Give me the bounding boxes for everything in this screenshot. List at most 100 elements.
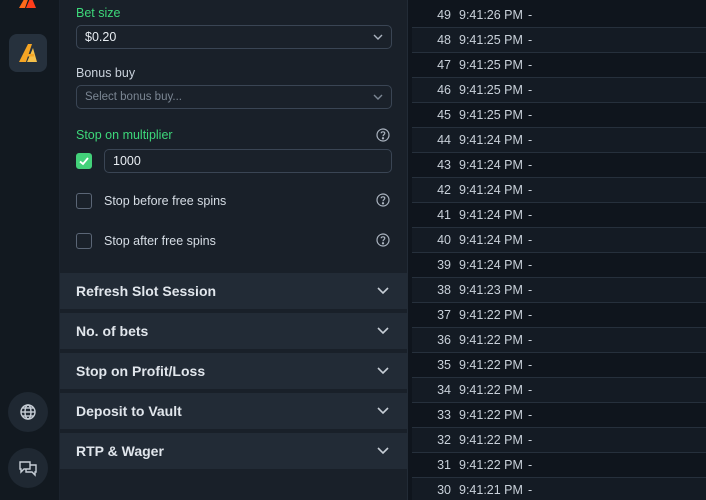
app-root: Bet size $0.20 Bonus buy Select bonus bu…: [0, 0, 706, 500]
bet-history-row[interactable]: 30 9:41:21 PM -: [412, 478, 706, 500]
multiplier-input[interactable]: 1000: [104, 149, 392, 173]
bet-result: -: [528, 133, 533, 147]
bet-number: 40: [437, 233, 451, 247]
bet-number: 38: [437, 283, 451, 297]
accordion-title: Stop on Profit/Loss: [76, 363, 206, 379]
help-icon[interactable]: [376, 233, 390, 247]
bet-size-select[interactable]: $0.20: [76, 25, 392, 49]
bet-time: 9:41:25 PM: [459, 33, 523, 47]
bet-history-row[interactable]: 35 9:41:22 PM -: [412, 353, 706, 378]
accordion-no-of-bets[interactable]: No. of bets: [60, 313, 408, 349]
globe-icon: [20, 404, 36, 420]
chevron-down-icon: [373, 94, 383, 100]
icon-rail: [0, 0, 60, 500]
brand-logo-icon[interactable]: [16, 0, 38, 8]
chevron-down-icon: [377, 287, 389, 295]
bet-history-row[interactable]: 43 9:41:24 PM -: [412, 153, 706, 178]
bet-number: 32: [437, 433, 451, 447]
bonus-buy-placeholder: Select bonus buy...: [85, 91, 182, 103]
bet-history-row[interactable]: 47 9:41:25 PM -: [412, 53, 706, 78]
chevron-down-icon: [377, 367, 389, 375]
help-icon[interactable]: [376, 128, 390, 142]
bet-time: 9:41:22 PM: [459, 383, 523, 397]
accordion-deposit-to-vault[interactable]: Deposit to Vault: [60, 393, 408, 429]
chevron-down-icon: [377, 447, 389, 455]
bet-result: -: [528, 358, 533, 372]
bet-history-row[interactable]: 37 9:41:22 PM -: [412, 303, 706, 328]
bet-history-row[interactable]: 48 9:41:25 PM -: [412, 28, 706, 53]
bet-number: 31: [437, 458, 451, 472]
bet-history-row[interactable]: 40 9:41:24 PM -: [412, 228, 706, 253]
bet-number: 36: [437, 333, 451, 347]
check-icon: [79, 157, 89, 166]
stop-after-free-spins-checkbox[interactable]: [76, 233, 92, 249]
bonus-buy-select[interactable]: Select bonus buy...: [76, 85, 392, 109]
bet-time: 9:41:22 PM: [459, 308, 523, 322]
bet-time: 9:41:22 PM: [459, 408, 523, 422]
bet-history-row[interactable]: 46 9:41:25 PM -: [412, 78, 706, 103]
bet-result: -: [528, 483, 533, 497]
bet-result: -: [528, 258, 533, 272]
bet-result: -: [528, 333, 533, 347]
app-logo-icon: [19, 44, 37, 62]
bet-time: 9:41:24 PM: [459, 158, 523, 172]
bet-result: -: [528, 283, 533, 297]
accordion-title: No. of bets: [76, 323, 149, 339]
stop-before-free-spins-checkbox[interactable]: [76, 193, 92, 209]
bet-result: -: [528, 183, 533, 197]
bet-history-row[interactable]: 36 9:41:22 PM -: [412, 328, 706, 353]
bet-number: 33: [437, 408, 451, 422]
accordion-rtp-wager[interactable]: RTP & Wager: [60, 433, 408, 469]
bet-time: 9:41:22 PM: [459, 358, 523, 372]
accordion-refresh-slot-session[interactable]: Refresh Slot Session: [60, 273, 408, 309]
bet-history-row[interactable]: 41 9:41:24 PM -: [412, 203, 706, 228]
bet-history-row[interactable]: 39 9:41:24 PM -: [412, 253, 706, 278]
bet-time: 9:41:24 PM: [459, 133, 523, 147]
accordion-title: Refresh Slot Session: [76, 283, 217, 299]
bet-number: 48: [437, 33, 451, 47]
bet-number: 44: [437, 133, 451, 147]
bet-history-row[interactable]: 32 9:41:22 PM -: [412, 428, 706, 453]
chat-button[interactable]: [8, 448, 48, 488]
stop-on-multiplier-checkbox[interactable]: [76, 153, 92, 169]
bet-history-row[interactable]: 45 9:41:25 PM -: [412, 103, 706, 128]
bet-history-row[interactable]: 49 9:41:26 PM -: [412, 3, 706, 28]
bet-number: 34: [437, 383, 451, 397]
bet-number: 49: [437, 8, 451, 22]
bet-time: 9:41:24 PM: [459, 183, 523, 197]
bet-result: -: [528, 58, 533, 72]
bet-history-row[interactable]: 38 9:41:23 PM -: [412, 278, 706, 303]
bet-history-row[interactable]: 44 9:41:24 PM -: [412, 128, 706, 153]
language-button[interactable]: [8, 392, 48, 432]
bet-number: 35: [437, 358, 451, 372]
accordion-stop-on-profit-loss[interactable]: Stop on Profit/Loss: [60, 353, 408, 389]
bet-result: -: [528, 408, 533, 422]
stop-before-free-spins-label: Stop before free spins: [104, 194, 227, 208]
bet-number: 46: [437, 83, 451, 97]
bet-number: 39: [437, 258, 451, 272]
bet-number: 45: [437, 108, 451, 122]
bet-result: -: [528, 8, 533, 22]
bet-time: 9:41:25 PM: [459, 108, 523, 122]
chevron-down-icon: [377, 327, 389, 335]
bet-result: -: [528, 308, 533, 322]
bet-time: 9:41:22 PM: [459, 458, 523, 472]
bet-time: 9:41:25 PM: [459, 83, 523, 97]
bet-time: 9:41:26 PM: [459, 8, 523, 22]
bet-result: -: [528, 108, 533, 122]
bet-number: 41: [437, 208, 451, 222]
chevron-down-icon: [373, 34, 383, 40]
bet-result: -: [528, 458, 533, 472]
stop-on-multiplier-label: Stop on multiplier: [76, 128, 173, 142]
bet-time: 9:41:21 PM: [459, 483, 523, 497]
help-icon[interactable]: [376, 193, 390, 207]
bet-history-row[interactable]: 33 9:41:22 PM -: [412, 403, 706, 428]
bet-history-row[interactable]: 42 9:41:24 PM -: [412, 178, 706, 203]
bet-time: 9:41:24 PM: [459, 258, 523, 272]
bet-time: 9:41:22 PM: [459, 333, 523, 347]
app-logo-button[interactable]: [9, 34, 47, 72]
bet-history-row[interactable]: 34 9:41:22 PM -: [412, 378, 706, 403]
bet-number: 47: [437, 58, 451, 72]
bet-history-row[interactable]: 31 9:41:22 PM -: [412, 453, 706, 478]
stop-after-free-spins-label: Stop after free spins: [104, 234, 216, 248]
